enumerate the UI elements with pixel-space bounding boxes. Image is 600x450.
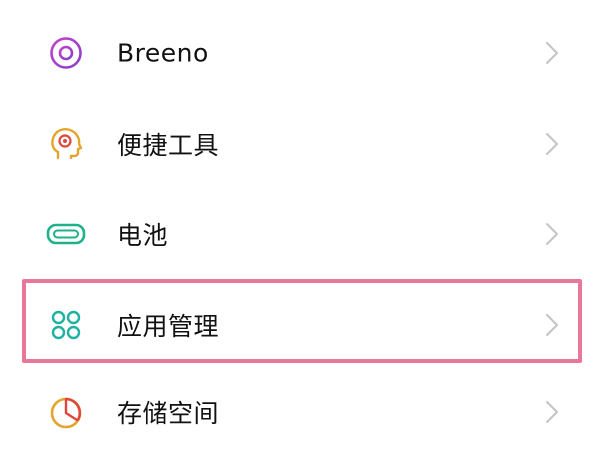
settings-screen: Breeno 便捷工具 电池 应用管理 存储空间 (0, 0, 600, 450)
chevron-right-icon (544, 130, 560, 158)
breeno-icon (45, 32, 87, 74)
battery-icon (45, 213, 87, 255)
chevron-right-icon (544, 311, 560, 339)
storage-icon (45, 391, 87, 433)
chevron-right-icon (544, 220, 560, 248)
convenience-tools-icon (45, 123, 87, 165)
settings-item-label: 存储空间 (117, 399, 220, 428)
settings-item-breeno[interactable]: Breeno (0, 8, 600, 98)
settings-item-convenience-tools[interactable]: 便捷工具 (0, 99, 600, 189)
app-management-icon (45, 304, 87, 346)
chevron-right-icon (544, 398, 560, 426)
settings-item-label: 电池 (117, 221, 169, 250)
settings-item-app-management[interactable]: 应用管理 (0, 280, 600, 370)
settings-item-label: 应用管理 (117, 312, 220, 341)
chevron-right-icon (544, 39, 560, 67)
settings-item-label: Breeno (117, 38, 209, 68)
settings-item-storage[interactable]: 存储空间 (0, 367, 600, 450)
settings-item-label: 便捷工具 (117, 131, 220, 160)
settings-item-battery[interactable]: 电池 (0, 189, 600, 279)
